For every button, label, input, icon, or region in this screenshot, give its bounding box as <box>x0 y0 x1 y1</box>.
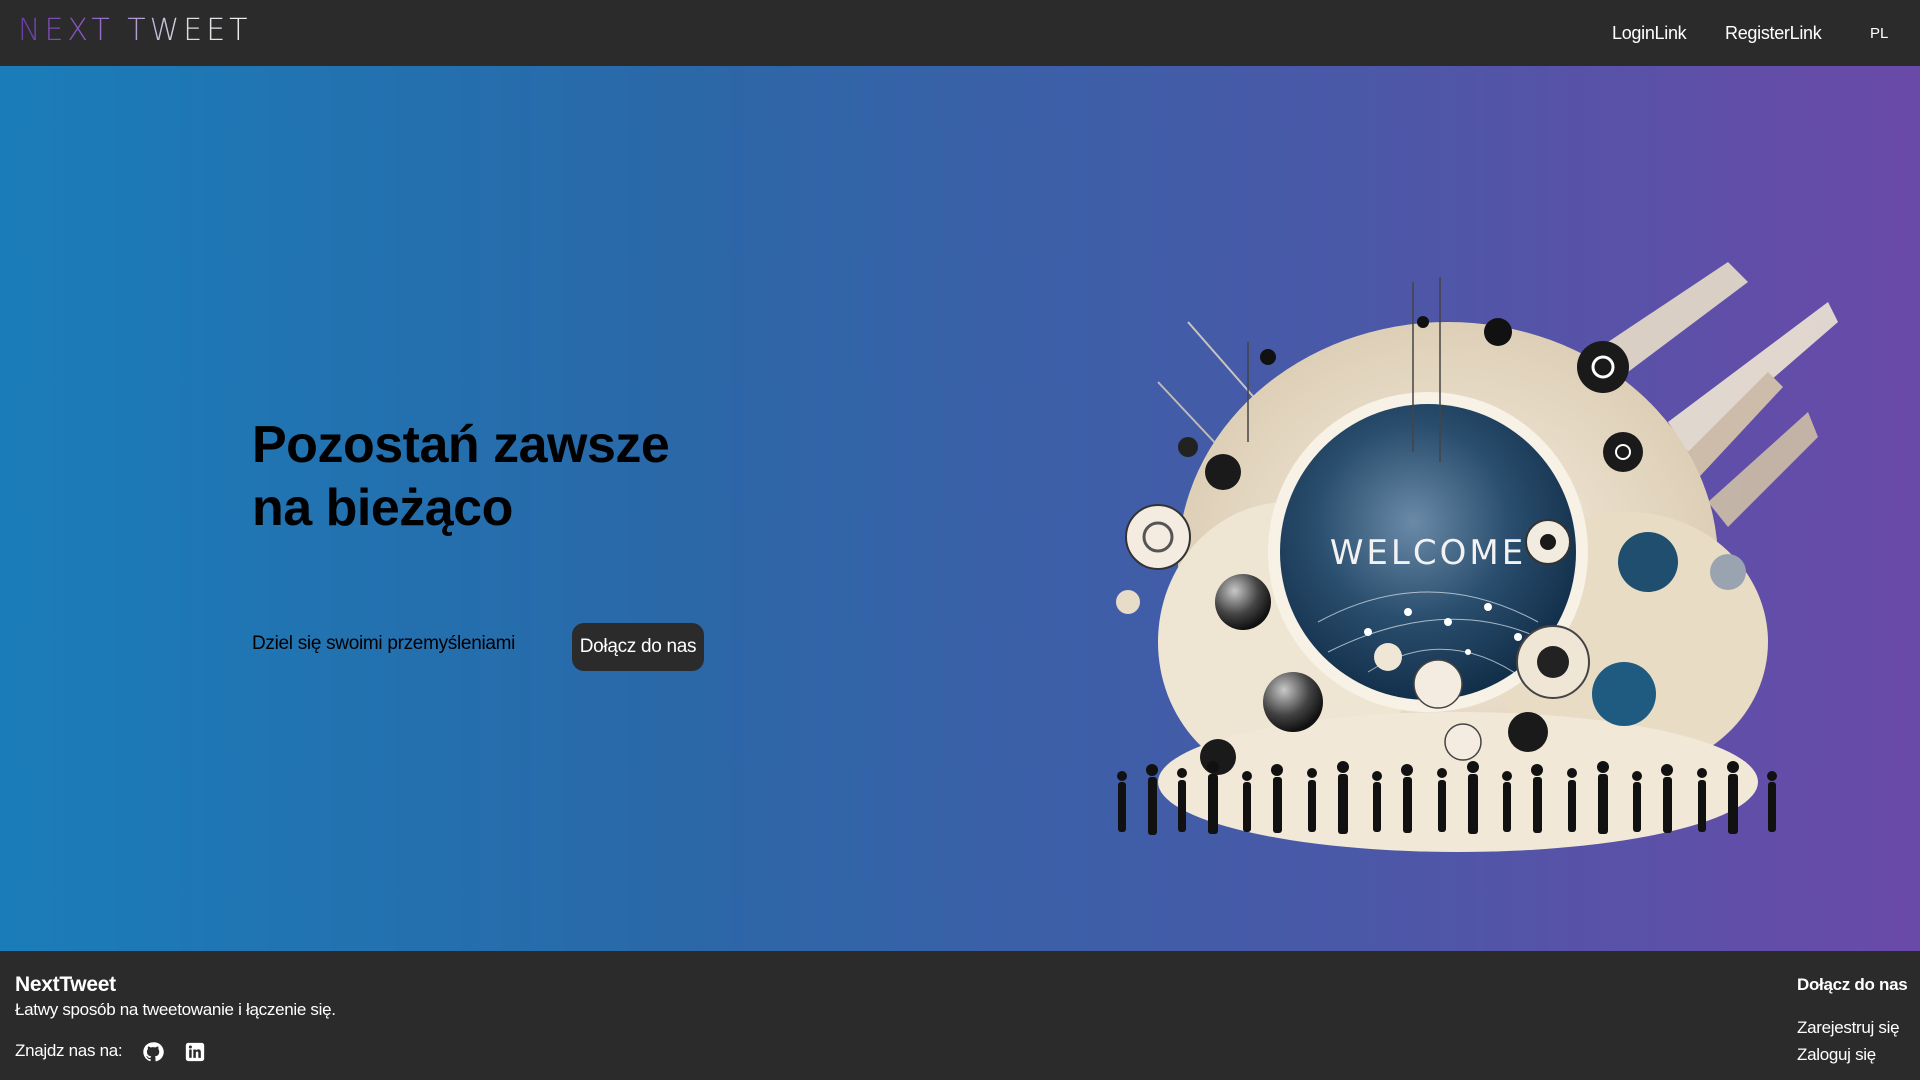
linkedin-icon[interactable] <box>182 1039 208 1065</box>
nav-register: RegisterLink <box>1725 0 1822 66</box>
logo-text: NEXT TWEET <box>18 13 252 48</box>
nav-language: PL <box>1870 0 1888 66</box>
register-link[interactable]: RegisterLink <box>1725 23 1822 44</box>
nexttweet-logo[interactable]: NEXT TWEET <box>18 14 252 48</box>
footer-tagline: Łatwy sposób na tweetowanie i łączenie s… <box>15 1000 336 1019</box>
footer-find-us: Znajdz nas na: <box>15 1041 123 1060</box>
hero-title-line1: Pozostań zawsze <box>252 416 670 474</box>
hero-title-line2: na bieżąco <box>252 479 513 537</box>
footer: NextTweet Łatwy sposób na tweetowanie i … <box>0 951 1920 1080</box>
footer-register-link[interactable]: Zarejestruj się <box>1797 1018 1900 1038</box>
hero-title: Pozostań zawsze na bieżąco <box>252 414 772 540</box>
footer-login-link[interactable]: Zaloguj się <box>1797 1045 1876 1065</box>
github-icon[interactable] <box>140 1039 166 1065</box>
footer-join-heading: Dołącz do nas <box>1797 975 1908 994</box>
hero-subtitle: Dziel się swoimi przemyśleniami <box>252 633 516 654</box>
footer-brand: NextTweet <box>15 973 116 996</box>
top-navbar: NEXT TWEET LoginLink RegisterLink PL <box>0 0 1920 66</box>
hero-section: Pozostań zawsze na bieżąco Dziel się swo… <box>0 66 1920 951</box>
login-link[interactable]: LoginLink <box>1612 23 1687 44</box>
welcome-illustration: WELCOME <box>1116 262 1838 852</box>
nav-login: LoginLink <box>1612 0 1687 66</box>
join-button[interactable]: Dołącz do nas <box>572 623 704 671</box>
welcome-text: WELCOME <box>1330 533 1526 573</box>
language-switcher[interactable]: PL <box>1870 25 1888 42</box>
